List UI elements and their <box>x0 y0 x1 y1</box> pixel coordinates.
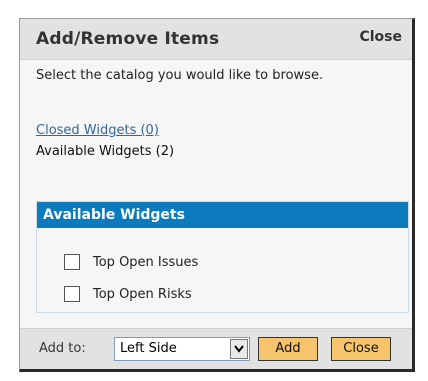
top-open-risks-checkbox[interactable] <box>64 286 80 302</box>
available-widgets-current: Available Widgets (2) <box>36 144 175 159</box>
add-to-label: Add to: <box>39 341 86 356</box>
dialog-footer: Add to: Left Side Add Close <box>20 328 412 369</box>
instruction-text: Select the catalog you would like to bro… <box>36 68 324 83</box>
panel-title: Available Widgets <box>37 202 408 228</box>
widget-option-label: Top Open Risks <box>93 286 192 302</box>
add-button[interactable]: Add <box>258 337 318 361</box>
top-open-issues-checkbox[interactable] <box>64 254 80 270</box>
widget-option-top-open-issues[interactable]: Top Open Issues <box>64 254 198 270</box>
widget-option-label: Top Open Issues <box>93 254 199 270</box>
location-select[interactable]: Left Side <box>114 337 250 361</box>
dialog-title: Add/Remove Items <box>36 29 220 49</box>
closed-widgets-link[interactable]: Closed Widgets (0) <box>36 123 159 138</box>
chevron-down-icon[interactable] <box>230 339 248 359</box>
available-widgets-panel: Available Widgets Top Open Issues Top Op… <box>36 201 409 313</box>
widget-option-top-open-risks[interactable]: Top Open Risks <box>64 286 192 302</box>
header-close-link[interactable]: Close <box>359 29 402 45</box>
add-remove-items-dialog: Add/Remove Items Close Select the catalo… <box>19 18 415 372</box>
location-select-value: Left Side <box>120 341 177 356</box>
dialog-header: Add/Remove Items Close <box>20 19 412 60</box>
close-button[interactable]: Close <box>331 337 391 361</box>
